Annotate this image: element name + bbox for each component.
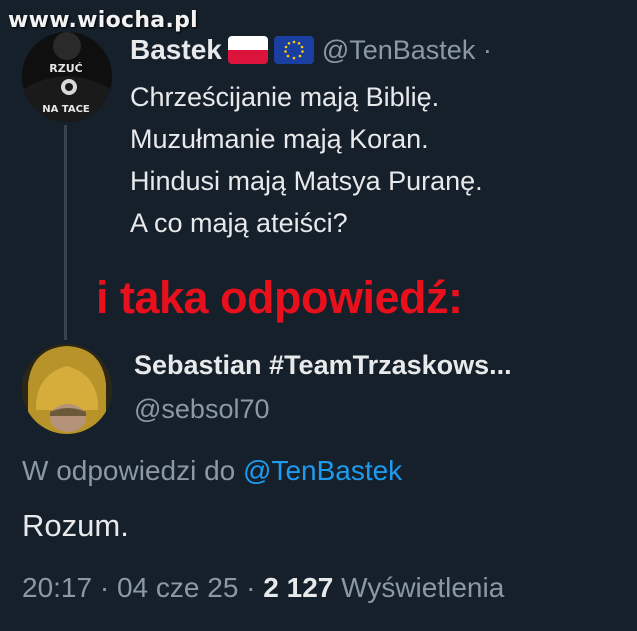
eu-flag-icon [273,36,314,64]
tweet-date[interactable]: 04 cze 25 [117,572,238,603]
avatar-hooded-image [22,344,112,434]
tweet-meta: 20:17 · 04 cze 25 · 2 127 Wyświetlenia [22,572,504,604]
tweet-header: Bastek @TenBastek · [130,30,492,70]
reply-context-prefix: W odpowiedzi do [22,455,236,486]
avatar-text-bottom: NA TACE [42,104,90,115]
reply-context: W odpowiedzi do @TenBastek [22,455,402,487]
tweet-line: Muzułmanie mają Koran. [130,124,429,154]
avatar-text-top: RZUĆ [49,62,82,75]
tweet-time[interactable]: 20:17 [22,572,92,603]
meta-separator: · [92,572,117,603]
overlay-caption: i taka odpowiedź: [96,272,463,323]
author-name[interactable]: Bastek [130,34,222,66]
author-handle[interactable]: @TenBastek · [322,35,492,66]
reply-author-avatar[interactable] [22,344,112,434]
meta-separator: · [238,572,264,603]
reply-text: Rozum. [22,508,129,543]
poland-flag-icon [227,36,268,64]
tweet-text: Chrześcijanie mają Biblię. Muzułmanie ma… [130,76,630,244]
thread-line [64,125,67,340]
views-count: 2 127 [263,572,334,603]
author-avatar[interactable]: RZUĆ NA TACE [22,32,112,122]
reply-author-name[interactable]: Sebastian #TeamTrzaskows... [134,350,512,381]
reply-author-handle[interactable]: @sebsol70 [134,394,270,425]
reply-context-mention[interactable]: @TenBastek [243,455,402,486]
tweet-line: Chrześcijanie mają Biblię. [130,82,440,112]
views-label: Wyświetlenia [333,572,505,603]
tweet-line: A co mają ateiści? [130,208,348,238]
tweet-line: Hindusi mają Matsya Puranę. [130,166,483,196]
avatar-shirt-image: RZUĆ NA TACE [22,32,112,122]
